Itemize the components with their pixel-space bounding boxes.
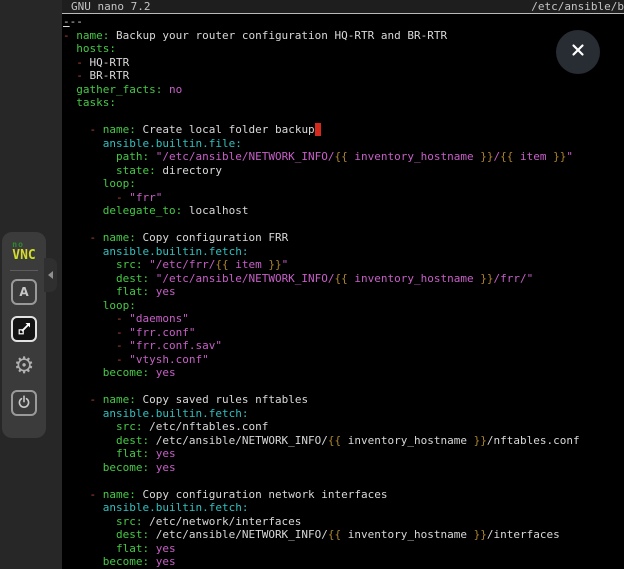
code-line: flat: yes xyxy=(63,285,624,299)
code-line: ansible.builtin.fetch: xyxy=(63,407,624,421)
nano-titlebar: GNU nano 7.2 /etc/ansible/b xyxy=(62,0,624,14)
code-line: - "daemons" xyxy=(63,312,624,326)
code-line: - name: Create local folder backup xyxy=(63,123,624,137)
code-line: path: "/etc/ansible/NETWORK_INFO/{{ inve… xyxy=(63,150,624,164)
close-button[interactable] xyxy=(556,30,600,74)
collapse-arrow-icon xyxy=(48,271,53,279)
code-line: flat: yes xyxy=(63,542,624,556)
code-line: tasks: xyxy=(63,96,624,110)
code-line: - "vtysh.conf" xyxy=(63,353,624,367)
novnc-logo-bottom: VNC xyxy=(12,249,35,262)
novnc-logo: no VNC xyxy=(12,241,35,262)
vnc-control-strip: no VNC A ⚙ xyxy=(0,0,62,569)
code-line: become: yes xyxy=(63,555,624,569)
code-line: src: /etc/nftables.conf xyxy=(63,420,624,434)
code-line: - name: Copy configuration FRR xyxy=(63,231,624,245)
terminal-window[interactable]: GNU nano 7.2 /etc/ansible/b ---- name: B… xyxy=(62,0,624,569)
code-line: - "frr" xyxy=(63,191,624,205)
code-line: - name: Copy configuration network inter… xyxy=(63,488,624,502)
code-line: ansible.builtin.file: xyxy=(63,137,624,151)
code-line: - "frr.conf.sav" xyxy=(63,339,624,353)
panel-collapse-handle[interactable] xyxy=(44,258,57,292)
terminal-content: ---- name: Backup your router configurat… xyxy=(63,15,624,569)
code-line: ansible.builtin.fetch: xyxy=(63,245,624,259)
close-icon xyxy=(569,41,587,63)
code-line xyxy=(63,380,624,394)
code-line: dest: /etc/ansible/NETWORK_INFO/{{ inven… xyxy=(63,434,624,448)
code-line: - "frr.conf" xyxy=(63,326,624,340)
code-line: src: "/etc/frr/{{ item }}" xyxy=(63,258,624,272)
code-line: loop: xyxy=(63,299,624,313)
fullscreen-button[interactable] xyxy=(11,316,37,342)
extra-keys-button[interactable]: A xyxy=(11,279,37,305)
extra-keys-icon: A xyxy=(19,285,28,299)
gear-icon: ⚙ xyxy=(14,355,35,377)
panel-divider xyxy=(10,270,38,271)
fullscreen-icon xyxy=(18,320,31,339)
code-line: ansible.builtin.fetch: xyxy=(63,501,624,515)
code-line xyxy=(63,474,624,488)
power-button[interactable] xyxy=(11,390,37,416)
code-line: - name: Backup your router configuration… xyxy=(63,29,624,43)
code-line: become: yes xyxy=(63,366,624,380)
code-line: dest: "/etc/ansible/NETWORK_INFO/{{ inve… xyxy=(63,272,624,286)
code-line: hosts: xyxy=(63,42,624,56)
code-line: dest: /etc/ansible/NETWORK_INFO/{{ inven… xyxy=(63,528,624,542)
power-icon xyxy=(17,394,31,413)
code-line: state: directory xyxy=(63,164,624,178)
nano-filename: /etc/ansible/b xyxy=(531,0,624,13)
code-line: - name: Copy saved rules nftables xyxy=(63,393,624,407)
code-line: become: yes xyxy=(63,461,624,475)
nano-version: GNU nano 7.2 xyxy=(71,0,150,13)
vnc-control-panel: no VNC A ⚙ xyxy=(2,232,46,438)
code-line xyxy=(63,110,624,124)
code-line: src: /etc/network/interfaces xyxy=(63,515,624,529)
code-line xyxy=(63,218,624,232)
code-line: gather_facts: no xyxy=(63,83,624,97)
code-line: - HQ-RTR xyxy=(63,56,624,70)
settings-button[interactable]: ⚙ xyxy=(11,353,37,379)
code-line: --- xyxy=(63,15,624,29)
code-line: loop: xyxy=(63,177,624,191)
code-line: delegate_to: localhost xyxy=(63,204,624,218)
code-line: - BR-RTR xyxy=(63,69,624,83)
code-line: flat: yes xyxy=(63,447,624,461)
